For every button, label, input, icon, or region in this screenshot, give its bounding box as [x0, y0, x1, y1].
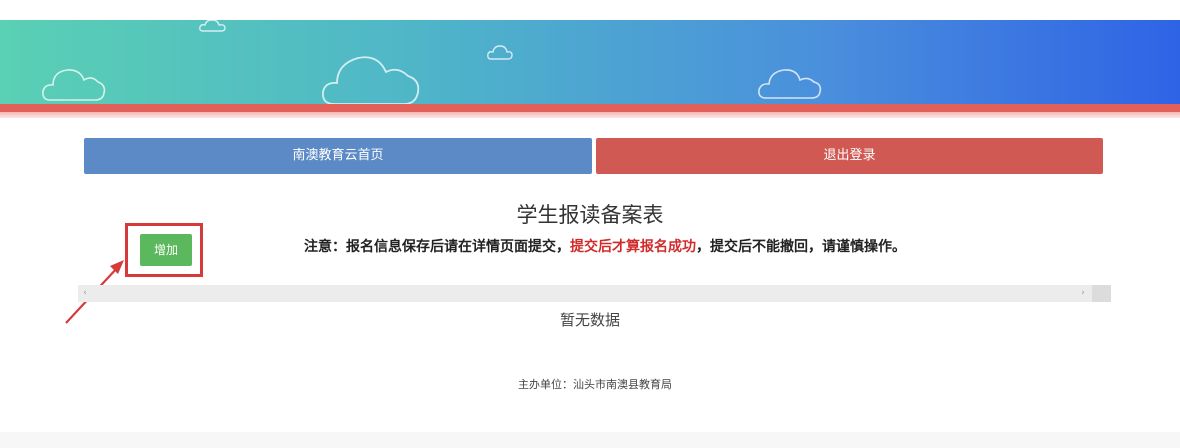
header-banner: [0, 20, 1180, 104]
cloud-icon: [42, 69, 106, 101]
scroll-left-icon[interactable]: ‹: [78, 285, 92, 302]
logout-button[interactable]: 退出登录: [596, 138, 1103, 174]
add-button[interactable]: 增加: [140, 234, 192, 266]
notice-suffix: ，提交后不能撤回，请谨慎操作。: [696, 239, 906, 255]
page: 南澳教育云首页 退出登录 学生报读备案表 增加 注意：报名信息保存后请在详情页面…: [0, 0, 1180, 432]
scroll-right-icon[interactable]: ›: [1076, 285, 1090, 302]
cloud-icon: [199, 20, 226, 32]
empty-table-text: 暂无数据: [559, 311, 620, 329]
notice-text: 注意：报名信息保存后请在详情页面提交，提交后才算报名成功，提交后不能撤回，请谨慎…: [304, 236, 906, 256]
scroll-corner: [1092, 285, 1111, 302]
footer-organizer: 主办单位：汕头市南澳县教育局: [518, 378, 672, 391]
cloud-icon: [487, 45, 513, 60]
cloud-icon: [758, 69, 822, 99]
table-scrollbar[interactable]: ‹ ›: [78, 285, 1111, 302]
banner-stripe-fade: [0, 112, 1180, 118]
notice-prefix: 注意：报名信息保存后请在详情页面提交，: [304, 239, 570, 255]
home-button[interactable]: 南澳教育云首页: [84, 138, 592, 174]
cloud-icon: [322, 56, 420, 104]
banner-stripe: [0, 104, 1180, 112]
notice-highlight: 提交后才算报名成功: [570, 239, 696, 255]
